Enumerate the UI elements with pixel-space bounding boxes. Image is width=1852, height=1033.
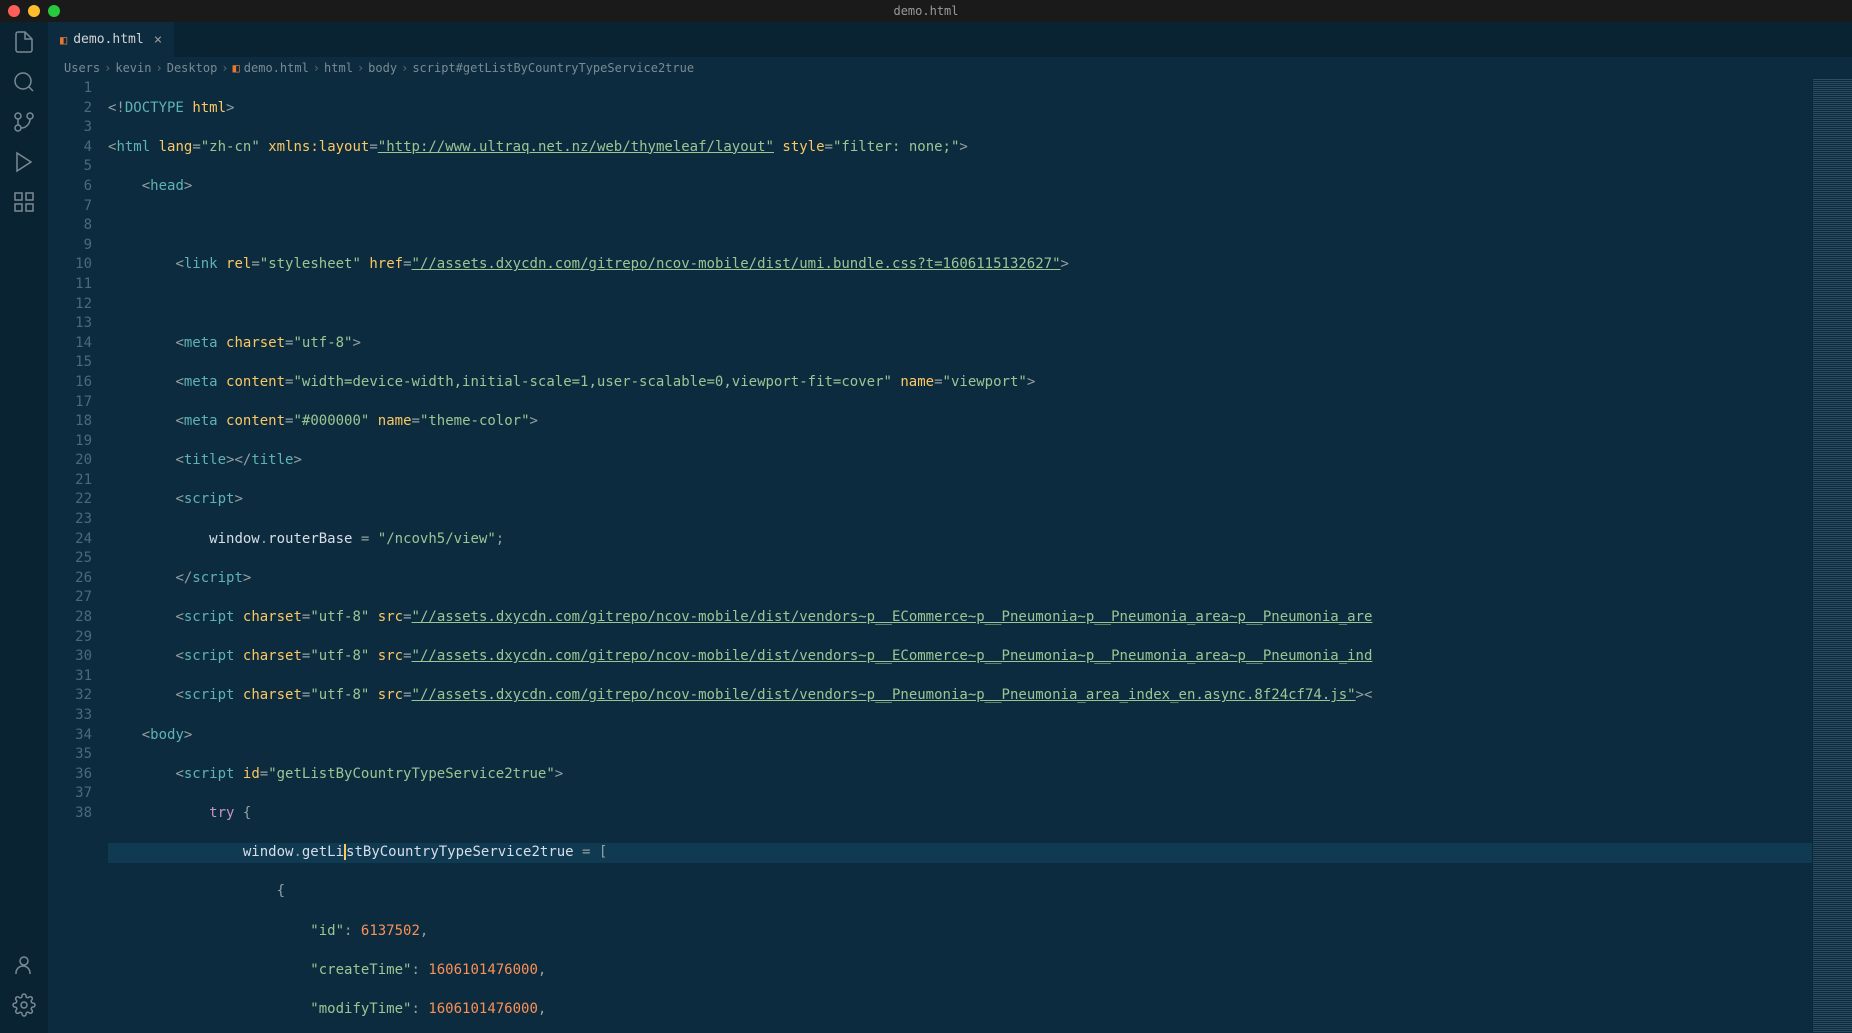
chevron-right-icon: ›: [401, 61, 408, 75]
close-tab-icon[interactable]: ×: [154, 32, 162, 48]
source-control-icon[interactable]: [12, 110, 36, 134]
code-area[interactable]: <!DOCTYPE html> <html lang="zh-cn" xmlns…: [108, 79, 1812, 1033]
html-file-icon: ◧: [60, 33, 67, 47]
minimize-window-button[interactable]: [28, 5, 40, 17]
breadcrumb-item[interactable]: kevin: [115, 61, 151, 75]
traffic-lights: [8, 5, 60, 17]
maximize-window-button[interactable]: [48, 5, 60, 17]
extensions-icon[interactable]: [12, 190, 36, 214]
explorer-icon[interactable]: [12, 30, 36, 54]
main-layout: ◧ demo.html × Users › kevin › Desktop › …: [0, 22, 1852, 1033]
minimap[interactable]: [1812, 79, 1852, 1033]
editor-area: ◧ demo.html × Users › kevin › Desktop › …: [48, 22, 1852, 1033]
activity-bar: [0, 22, 48, 1033]
chevron-right-icon: ›: [221, 61, 228, 75]
breadcrumb-item[interactable]: Users: [64, 61, 100, 75]
chevron-right-icon: ›: [155, 61, 162, 75]
breadcrumb-item[interactable]: Desktop: [167, 61, 218, 75]
chevron-right-icon: ›: [357, 61, 364, 75]
chevron-right-icon: ›: [104, 61, 111, 75]
close-window-button[interactable]: [8, 5, 20, 17]
search-icon[interactable]: [12, 70, 36, 94]
window-title-bar: demo.html: [0, 0, 1852, 22]
breadcrumb-item[interactable]: demo.html: [244, 61, 309, 75]
window-title: demo.html: [893, 4, 958, 18]
breadcrumb: Users › kevin › Desktop › ◧ demo.html › …: [48, 57, 1852, 79]
line-number-gutter: 1234567891011121314151617181920212223242…: [48, 79, 108, 1033]
tab-label: demo.html: [73, 32, 143, 47]
settings-gear-icon[interactable]: [12, 993, 36, 1017]
chevron-right-icon: ›: [313, 61, 320, 75]
breadcrumb-item[interactable]: script#getListByCountryTypeService2true: [412, 61, 694, 75]
breadcrumb-item[interactable]: body: [368, 61, 397, 75]
html-file-icon: ◧: [233, 61, 240, 75]
account-icon[interactable]: [12, 953, 36, 977]
tab-demo-html[interactable]: ◧ demo.html ×: [48, 22, 175, 57]
editor-content[interactable]: 1234567891011121314151617181920212223242…: [48, 79, 1852, 1033]
breadcrumb-item[interactable]: html: [324, 61, 353, 75]
run-debug-icon[interactable]: [12, 150, 36, 174]
tab-bar: ◧ demo.html ×: [48, 22, 1852, 57]
